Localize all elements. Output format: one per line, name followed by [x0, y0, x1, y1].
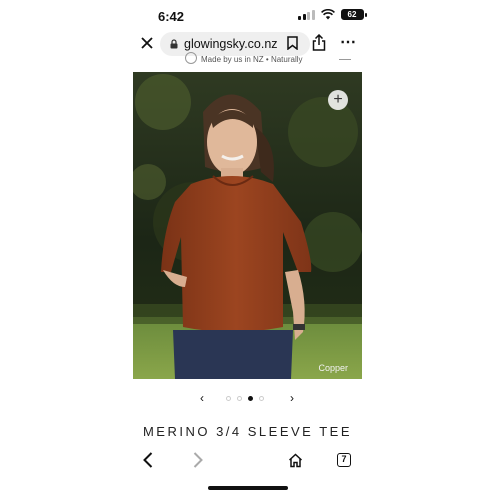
status-icons: 62 — [298, 9, 367, 20]
tagline: Made by us in NZ • Naturally — [201, 55, 303, 64]
tabs-icon: 7 — [341, 454, 347, 464]
lock-icon — [170, 39, 178, 49]
bottom-toolbar: 7 — [0, 450, 495, 476]
back-icon — [143, 452, 153, 468]
site-header: Made by us in NZ • Naturally — [133, 52, 361, 66]
signal-icon — [298, 9, 315, 20]
forward-icon — [193, 452, 203, 468]
close-icon — [141, 37, 153, 49]
status-bar: 6:42 62 — [0, 0, 495, 30]
tabs-button[interactable]: 7 — [337, 453, 351, 467]
home-icon — [288, 453, 303, 468]
logo-icon — [185, 52, 197, 64]
status-time: 6:42 — [158, 9, 185, 24]
plus-icon: + — [333, 91, 343, 108]
product-title: MERINO 3/4 SLEEVE TEE — [142, 424, 353, 439]
home-indicator[interactable] — [208, 486, 288, 490]
carousel-dot[interactable] — [259, 396, 264, 401]
zoom-button[interactable]: + — [328, 90, 348, 110]
carousel-dot-active[interactable] — [248, 396, 253, 401]
menu-icon[interactable] — [339, 59, 351, 60]
color-label: Copper — [318, 363, 348, 373]
image-carousel-nav: ‹ › — [200, 391, 294, 406]
carousel-dot[interactable] — [237, 396, 242, 401]
wifi-icon — [320, 9, 335, 20]
forward-button[interactable] — [193, 452, 203, 473]
chevron-right-icon[interactable]: › — [290, 391, 294, 405]
bookmark-icon — [287, 36, 298, 51]
share-icon — [312, 33, 326, 51]
battery-icon: 62 — [340, 9, 367, 20]
home-button[interactable] — [288, 453, 303, 473]
more-button[interactable]: ⋯ — [340, 32, 357, 52]
close-button[interactable] — [138, 34, 156, 52]
carousel-dots — [226, 396, 264, 401]
product-image[interactable]: + Copper — [133, 72, 362, 379]
chevron-left-icon[interactable]: ‹ — [200, 391, 204, 405]
product-photo — [133, 72, 362, 379]
back-button[interactable] — [143, 452, 153, 473]
carousel-dot[interactable] — [226, 396, 231, 401]
url-text: glowingsky.co.nz — [184, 37, 278, 51]
more-icon: ⋯ — [340, 34, 357, 51]
